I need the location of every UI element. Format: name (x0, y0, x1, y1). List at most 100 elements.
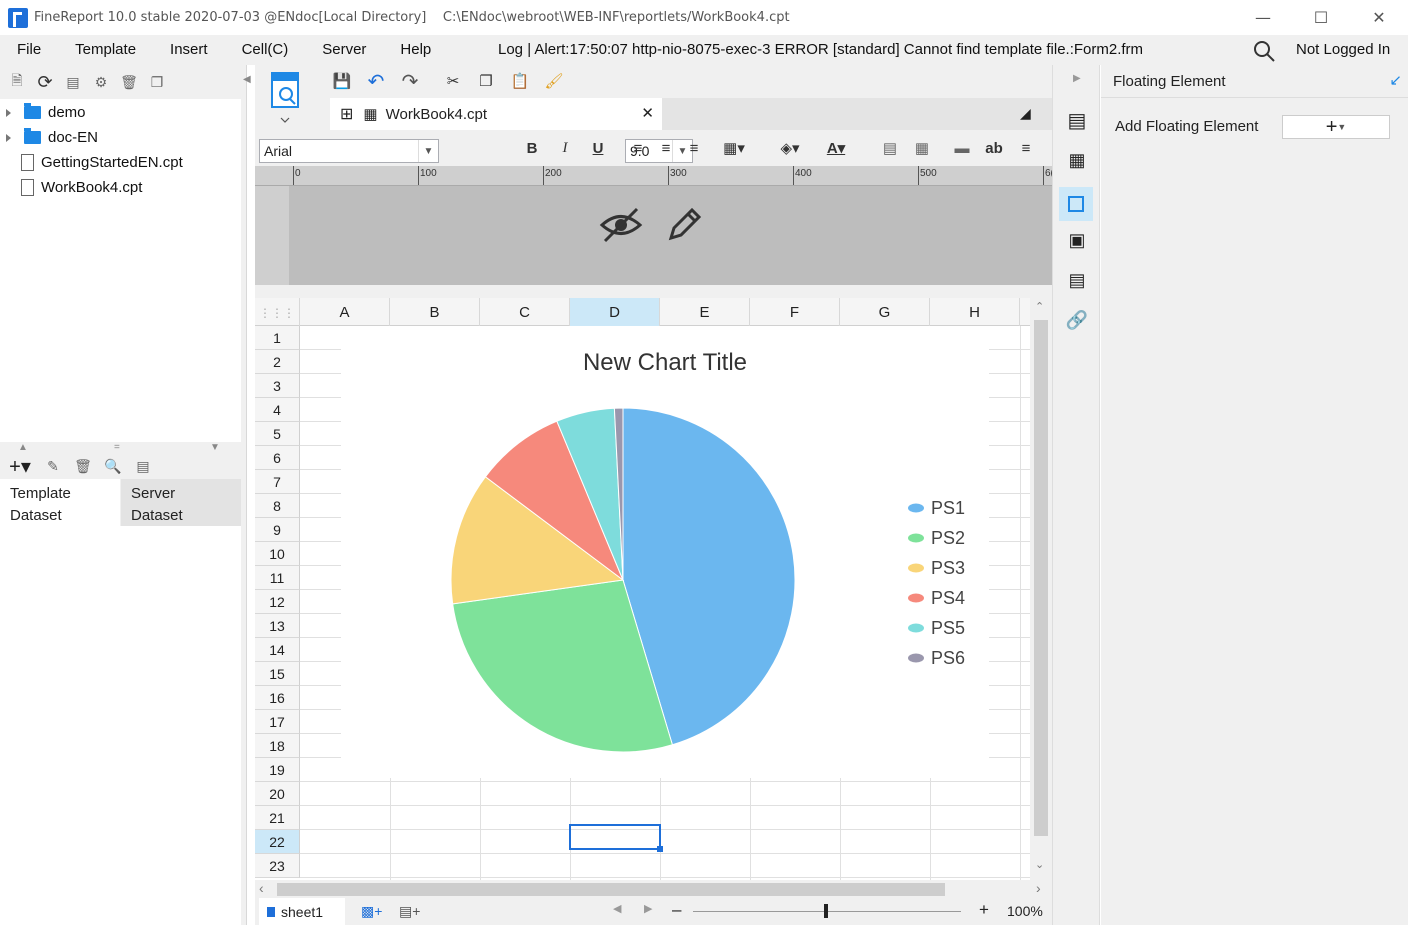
scroll-right-icon[interactable]: › (1036, 880, 1041, 896)
cell-element-icon[interactable]: ▦ (1065, 148, 1089, 172)
column-header-d[interactable]: D (570, 298, 660, 326)
column-header-b[interactable]: B (390, 298, 480, 326)
cell-attribute-icon[interactable]: ▤ (1065, 108, 1089, 132)
horizontal-scroll-thumb[interactable] (277, 883, 945, 896)
scroll-left-icon[interactable]: ‹ (259, 880, 264, 896)
add-dashboard-sheet-icon[interactable]: ▤+ (399, 903, 420, 920)
undo-icon[interactable]: ↶ (361, 69, 391, 93)
redo-icon[interactable]: ↷ (395, 69, 425, 93)
format-painter-icon[interactable]: 🖌 (539, 69, 569, 93)
row-header-1[interactable]: 1 (255, 326, 300, 350)
legend-label-ps5[interactable]: PS5 (931, 618, 965, 638)
zoom-slider-thumb[interactable] (824, 904, 829, 918)
zoom-out-button[interactable]: – (672, 900, 681, 920)
chevron-down-icon[interactable]: ▼ (418, 140, 438, 162)
wrap-text-icon[interactable]: ≡ (1011, 136, 1041, 160)
cut-icon[interactable]: ✂ (438, 69, 468, 93)
legend-label-ps6[interactable]: PS6 (931, 648, 965, 668)
row-header-18[interactable]: 18 (255, 734, 300, 758)
row-header-10[interactable]: 10 (255, 542, 300, 566)
grid-layout-icon[interactable]: ⊞ (340, 104, 353, 124)
legend-label-ps3[interactable]: PS3 (931, 558, 965, 578)
tree-item-workbook4[interactable]: WorkBook4.cpt (0, 175, 241, 200)
menu-insert[interactable]: Insert (153, 35, 225, 65)
column-header-f[interactable]: F (750, 298, 840, 326)
legend-label-ps2[interactable]: PS2 (931, 528, 965, 548)
close-tab-icon[interactable]: ✕ (641, 104, 654, 122)
font-family-select[interactable]: Arial ▼ (259, 139, 439, 163)
menu-file[interactable]: File (0, 35, 58, 65)
select-all-corner[interactable]: ⋮⋮⋮ (255, 298, 300, 326)
new-folder-icon[interactable]: 🗎 (6, 71, 28, 93)
log-message[interactable]: Log | Alert:17:50:07 http-nio-8075-exec-… (498, 35, 1143, 65)
delete-dataset-icon[interactable]: 🗑 (72, 455, 94, 477)
paste-icon[interactable]: 📋 (505, 69, 535, 93)
row-header-13[interactable]: 13 (255, 614, 300, 638)
save-icon[interactable]: 💾 (327, 69, 357, 93)
expand-right-icon[interactable]: ▶ (1073, 73, 1081, 84)
fill-handle[interactable] (657, 846, 663, 852)
text-ab-icon[interactable]: ab (979, 136, 1009, 160)
row-header-16[interactable]: 16 (255, 686, 300, 710)
row-header-7[interactable]: 7 (255, 470, 300, 494)
minimize-button[interactable]: — (1234, 0, 1292, 35)
row-header-22[interactable]: 22 (255, 830, 300, 854)
collapse-left-icon[interactable]: ◀ (243, 74, 251, 85)
edit-icon[interactable]: ✎ (42, 455, 64, 477)
menu-template[interactable]: Template (58, 35, 153, 65)
expand-icon[interactable] (6, 133, 14, 142)
scroll-up-icon[interactable]: ⌃ (1035, 300, 1044, 313)
open-icon[interactable]: ▤ (62, 71, 84, 93)
tree-item-demo[interactable]: demo (0, 100, 241, 125)
tab-workbook4[interactable]: ⊞ ▦ WorkBook4.cpt ✕ (330, 98, 662, 130)
widget-settings-icon[interactable]: ▣ (1065, 228, 1089, 252)
tab-menu-icon[interactable]: ◢ (1020, 105, 1031, 122)
floating-element-icon[interactable] (1059, 187, 1093, 221)
column-header-e[interactable]: E (660, 298, 750, 326)
scroll-down-icon[interactable]: ⌄ (1035, 858, 1044, 871)
row-header-17[interactable]: 17 (255, 710, 300, 734)
dock-arrow-icon[interactable]: ↙ (1389, 71, 1402, 89)
menu-help[interactable]: Help (383, 35, 448, 65)
align-center-icon[interactable]: ≡ (651, 136, 681, 160)
dataset-settings-icon[interactable]: ▤ (132, 455, 154, 477)
column-header-h[interactable]: H (930, 298, 1020, 326)
row-header-8[interactable]: 8 (255, 494, 300, 518)
underline-button[interactable]: U (583, 136, 613, 160)
font-color-icon[interactable]: A▾ (821, 136, 851, 160)
zoom-in-button[interactable]: + (979, 900, 989, 920)
vertical-scrollbar[interactable]: ⌃ ⌄ (1030, 298, 1052, 880)
splitter-up-icon[interactable]: ▲ (18, 442, 28, 453)
edit-pencil-icon[interactable] (665, 204, 705, 244)
menu-cell[interactable]: Cell(C) (225, 35, 306, 65)
row-header-4[interactable]: 4 (255, 398, 300, 422)
menu-server[interactable]: Server (305, 35, 383, 65)
pie-chart[interactable]: New Chart Title PS1 PS2 PS3 PS4 PS5 PS6 (341, 326, 989, 778)
expand-icon[interactable] (6, 108, 14, 117)
add-floating-element-button[interactable]: + ▼ (1282, 115, 1390, 139)
close-button[interactable]: ✕ (1350, 0, 1408, 35)
italic-button[interactable]: I (550, 136, 580, 160)
row-header-6[interactable]: 6 (255, 446, 300, 470)
login-status[interactable]: Not Logged In (1296, 35, 1390, 65)
column-header-c[interactable]: C (480, 298, 570, 326)
splitter-grip-icon[interactable]: = (114, 442, 120, 453)
column-header-g[interactable]: G (840, 298, 930, 326)
row-header-2[interactable]: 2 (255, 350, 300, 374)
border-icon[interactable]: ▦▾ (719, 136, 749, 160)
column-header-a[interactable]: A (300, 298, 390, 326)
preview-dataset-icon[interactable]: 🔍 (102, 455, 124, 477)
tree-item-gettingstarted[interactable]: GettingStartedEN.cpt (0, 150, 241, 175)
copy-icon[interactable]: ❐ (471, 69, 501, 93)
unmerge-cells-icon[interactable]: ▦ (907, 136, 937, 160)
vertical-scroll-thumb[interactable] (1034, 320, 1048, 836)
align-left-icon[interactable]: ≡ (623, 136, 653, 160)
align-right-icon[interactable]: ≡ (679, 136, 709, 160)
row-header-14[interactable]: 14 (255, 638, 300, 662)
row-header-5[interactable]: 5 (255, 422, 300, 446)
hidden-eye-icon[interactable] (599, 206, 643, 244)
tree-item-doc-en[interactable]: doc-EN (0, 125, 241, 150)
next-sheet-icon[interactable]: ▶ (644, 902, 652, 915)
spreadsheet-grid[interactable]: ⋮⋮⋮ ABCDEFGH 1 2 3 4 5 6 7 8 9 10 11 12 13 14 15 16 17 18… (255, 298, 1052, 880)
maximize-button[interactable]: ☐ (1292, 0, 1350, 35)
